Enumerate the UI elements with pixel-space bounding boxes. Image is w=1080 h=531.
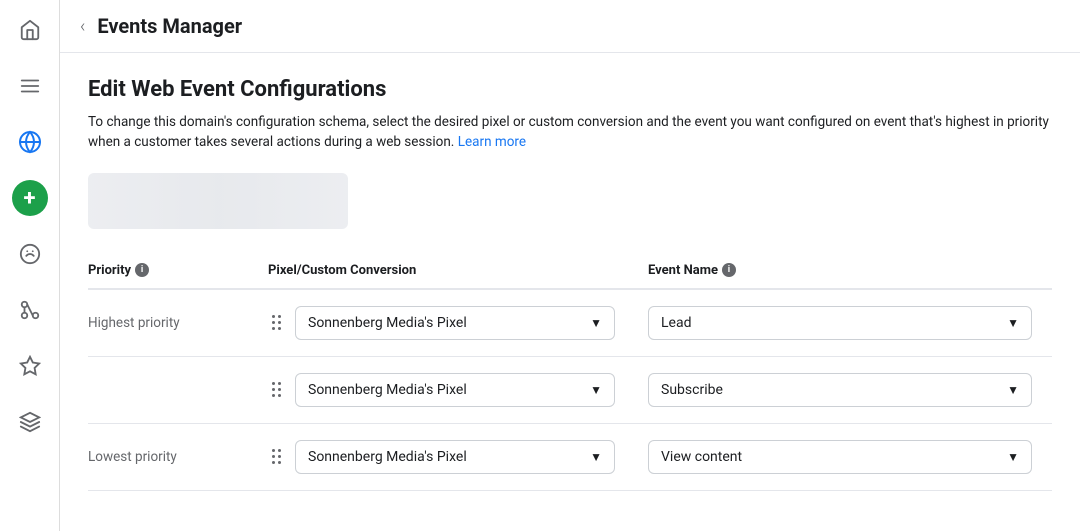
priority-lowest: Lowest priority	[88, 449, 268, 465]
event-col-2: Subscribe ▼	[648, 373, 1052, 407]
row-controls-3: Sonnenberg Media's Pixel ▼	[268, 440, 648, 474]
section-title: Edit Web Event Configurations	[88, 77, 1052, 102]
table-row: Highest priority Sonnenberg Media's Pixe…	[88, 290, 1052, 357]
drag-handle[interactable]	[268, 378, 285, 401]
priority-highest: Highest priority	[88, 315, 268, 331]
event-dropdown-3[interactable]: View content ▼	[648, 440, 1032, 474]
pixel-dropdown-2[interactable]: Sonnenberg Media's Pixel ▼	[295, 373, 615, 407]
home-icon[interactable]	[12, 12, 48, 48]
event-dropdown-2[interactable]: Subscribe ▼	[648, 373, 1032, 407]
branch-icon[interactable]	[12, 292, 48, 328]
event-info-icon[interactable]: i	[722, 263, 736, 277]
table-row: Lowest priority Sonnenberg Media's Pixel…	[88, 424, 1052, 491]
dropdown-arrow-icon: ▼	[1007, 316, 1019, 330]
layers-icon[interactable]	[12, 404, 48, 440]
dropdown-arrow-icon: ▼	[590, 450, 602, 464]
event-column-header: Event Name i	[648, 263, 1052, 278]
dropdown-arrow-icon: ▼	[590, 316, 602, 330]
menu-icon[interactable]	[12, 68, 48, 104]
event-dropdown-1[interactable]: Lead ▼	[648, 306, 1032, 340]
learn-more-link[interactable]: Learn more	[458, 134, 526, 150]
plus-icon: +	[24, 186, 36, 211]
dropdown-arrow-icon: ▼	[1007, 450, 1019, 464]
back-button[interactable]: ‹	[80, 16, 85, 37]
add-button[interactable]: +	[12, 180, 48, 216]
table-row: Sonnenberg Media's Pixel ▼ Subscribe ▼	[88, 357, 1052, 424]
table-header: Priority i Pixel/Custom Conversion Event…	[88, 253, 1052, 290]
drag-handle[interactable]	[268, 445, 285, 468]
main-content: ‹ Events Manager Edit Web Event Configur…	[60, 0, 1080, 531]
event-col-3: View content ▼	[648, 440, 1052, 474]
row-controls-1: Sonnenberg Media's Pixel ▼	[268, 306, 648, 340]
sidebar: +	[0, 0, 60, 531]
pixel-dropdown-3[interactable]: Sonnenberg Media's Pixel ▼	[295, 440, 615, 474]
dropdown-arrow-icon: ▼	[1007, 383, 1019, 397]
pixel-column-header: Pixel/Custom Conversion	[268, 263, 648, 278]
header: ‹ Events Manager	[60, 0, 1080, 53]
gauge-icon[interactable]	[12, 236, 48, 272]
image-placeholder	[88, 173, 348, 229]
star-icon[interactable]	[12, 348, 48, 384]
section-description: To change this domain's configuration sc…	[88, 112, 1052, 153]
page-title: Events Manager	[97, 14, 242, 38]
row-controls-2: Sonnenberg Media's Pixel ▼	[268, 373, 648, 407]
globe-icon[interactable]	[12, 124, 48, 160]
drag-handle[interactable]	[268, 311, 285, 334]
event-col-1: Lead ▼	[648, 306, 1052, 340]
dropdown-arrow-icon: ▼	[590, 383, 602, 397]
content-area: Edit Web Event Configurations To change …	[60, 53, 1080, 531]
pixel-dropdown-1[interactable]: Sonnenberg Media's Pixel ▼	[295, 306, 615, 340]
priority-column-header: Priority i	[88, 263, 268, 278]
priority-info-icon[interactable]: i	[135, 263, 149, 277]
